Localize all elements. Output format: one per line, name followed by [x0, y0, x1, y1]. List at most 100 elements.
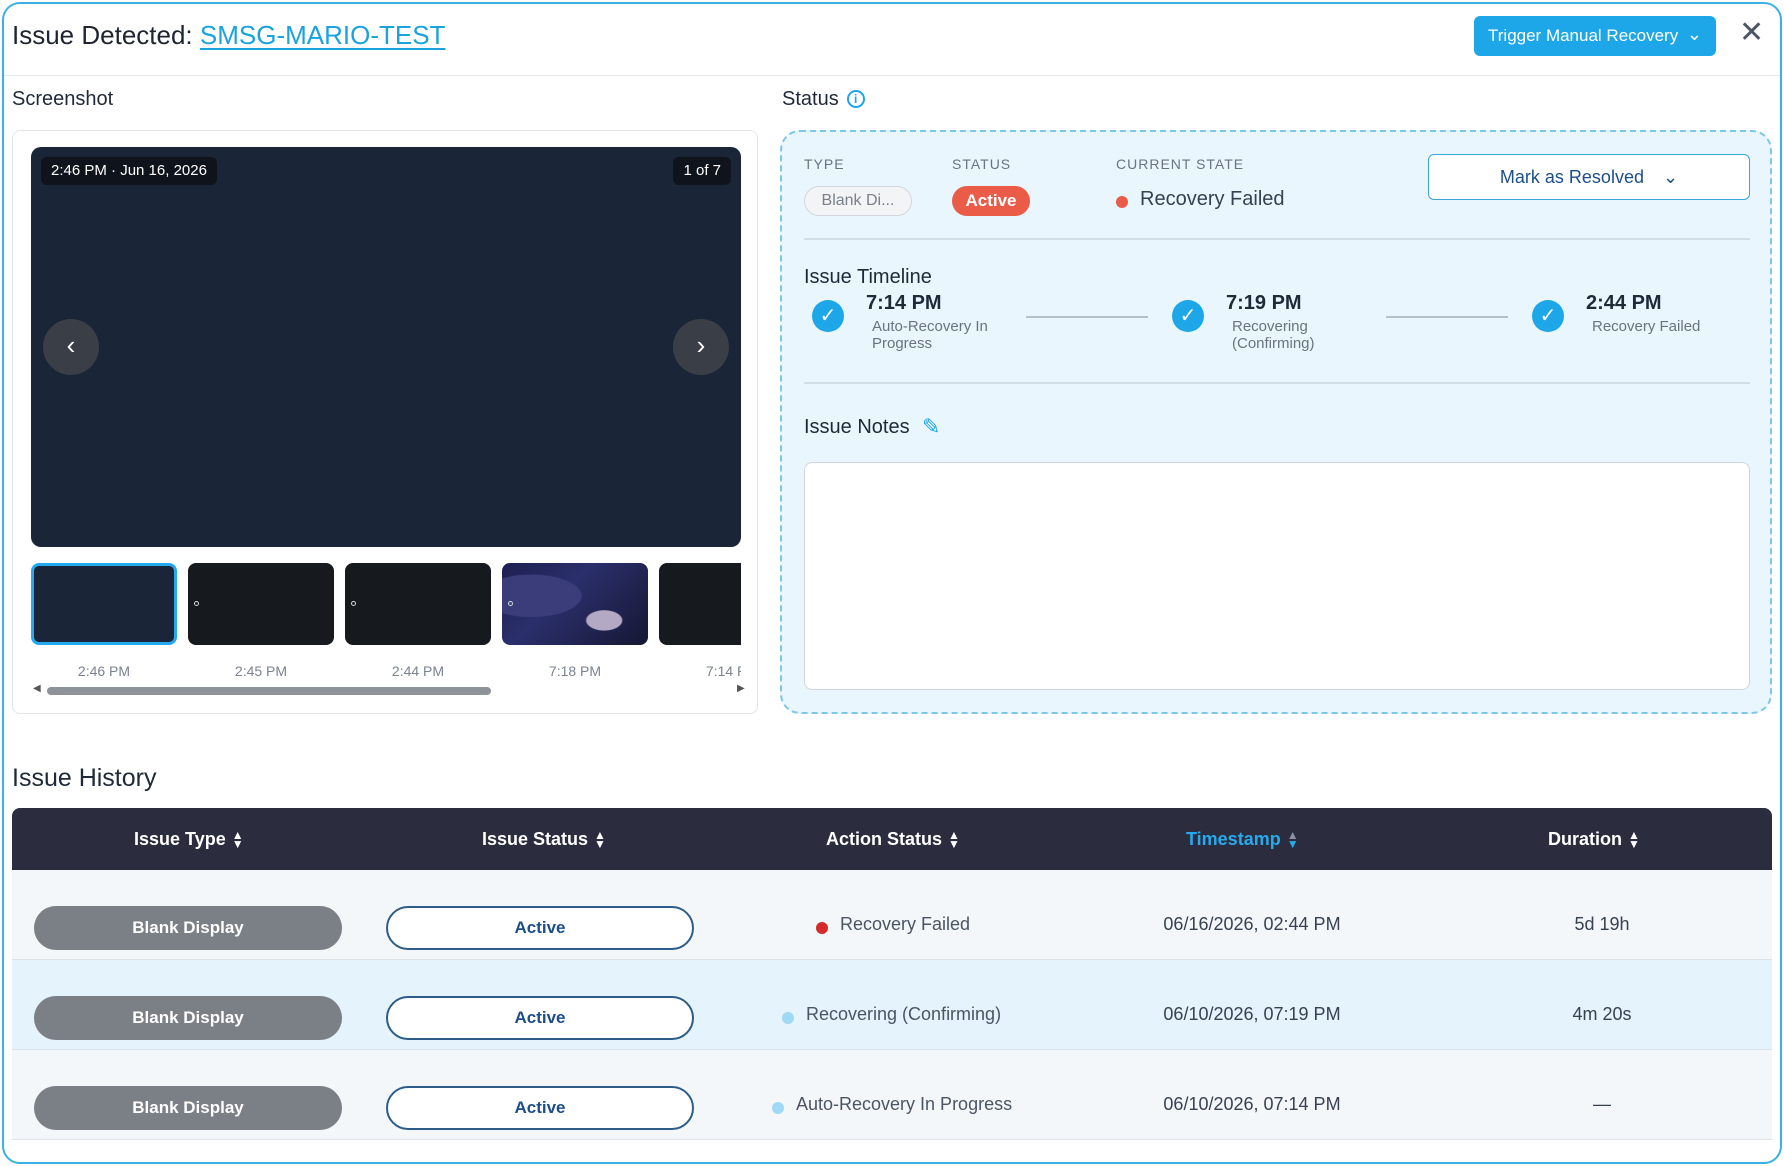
status-panel: TYPE STATUS CURRENT STATE Blank Di... Ac…: [780, 130, 1772, 714]
trigger-manual-recovery-button[interactable]: Trigger Manual Recovery ⌄: [1474, 16, 1716, 56]
screenshot-timestamp: 2:46 PM · Jun 16, 2026: [41, 157, 217, 185]
thumbnail-time: 2:46 PM: [77, 663, 131, 679]
trigger-button-label: Trigger Manual Recovery: [1488, 26, 1679, 45]
thumbnail[interactable]: [345, 563, 491, 645]
device-link[interactable]: SMSG-MARIO-TEST: [200, 20, 446, 50]
table-row[interactable]: Blank Display Active Recovering (Confirm…: [12, 960, 1772, 1050]
divider: [804, 238, 1750, 240]
column-label: Issue Status: [482, 829, 589, 849]
action-status-dot-icon: [782, 1012, 794, 1024]
status-heading: STATUS: [952, 156, 1012, 172]
thumbnail[interactable]: [31, 563, 177, 645]
screenshot-viewer: 2:46 PM · Jun 16, 2026 1 of 7 ‹ ›: [31, 147, 741, 547]
scroll-left-icon[interactable]: ◀: [33, 683, 41, 694]
timestamp-cell: 06/10/2026, 07:19 PM: [1163, 1004, 1341, 1024]
screenshot-label: Screenshot: [12, 88, 114, 110]
table-header: Issue Type ▲ ▼ Issue Status ▲ ▼ Action Statu…: [12, 808, 1772, 870]
sort-icon: ▲ ▼: [594, 828, 606, 852]
duration-cell: 4m 20s: [1572, 1004, 1632, 1024]
screenshot-counter: 1 of 7: [673, 157, 731, 185]
divider: [804, 382, 1750, 384]
current-state-value: Recovery Failed: [1140, 188, 1285, 210]
modal-header: Issue Detected: SMSG-MARIO-TEST Trigger …: [4, 4, 1780, 76]
mark-as-resolved-button[interactable]: Mark as Resolved ⌄: [1428, 154, 1750, 200]
action-status: Recovering (Confirming): [806, 1004, 1002, 1024]
issue-status-badge[interactable]: Active: [386, 906, 694, 950]
issue-status-badge[interactable]: Active: [386, 1086, 694, 1130]
timeline-time: 7:14 PM: [866, 292, 942, 314]
chevron-down-icon: ⌄: [1686, 24, 1702, 44]
timestamp-cell: 06/16/2026, 02:44 PM: [1163, 914, 1341, 934]
issue-type-badge: Blank Display: [34, 906, 342, 950]
scrollbar-thumb[interactable]: [47, 687, 491, 695]
thumbnail-time: 7:18 PM: [548, 663, 602, 679]
thumbnail-time: 2:45 PM: [234, 663, 288, 679]
issue-type-badge: Blank Display: [34, 1086, 342, 1130]
column-label: Issue Type: [134, 829, 226, 849]
timestamp-cell: 06/10/2026, 07:14 PM: [1163, 1094, 1341, 1114]
thumbnail[interactable]: [502, 563, 648, 645]
action-status: Auto-Recovery In Progress: [796, 1094, 1013, 1114]
info-icon[interactable]: i: [846, 90, 865, 108]
timeline-time: 2:44 PM: [1586, 292, 1662, 314]
page-title: Issue Detected: SMSG-MARIO-TEST: [12, 20, 445, 51]
thumbnail[interactable]: [188, 563, 334, 645]
close-icon[interactable]: ✕: [1739, 18, 1764, 48]
next-arrow-icon[interactable]: ›: [673, 319, 729, 375]
timeline-desc: Recovery Failed: [1592, 318, 1701, 335]
issue-status-badge[interactable]: Active: [386, 996, 694, 1040]
check-icon: ✓: [1172, 300, 1204, 332]
thumbnail-scrollbar[interactable]: ◀ ▶: [33, 683, 745, 697]
thumbnail-strip[interactable]: [31, 563, 741, 649]
issue-type-badge: Blank Display: [34, 996, 342, 1040]
screenshot-panel: 2:46 PM · Jun 16, 2026 1 of 7 ‹ › 2:46 P…: [12, 130, 758, 714]
column-label: Action Status: [826, 829, 943, 849]
issue-notes-title: Issue Notes: [804, 416, 910, 438]
thumbnail-time: 7:14 PM: [705, 663, 741, 679]
pencil-icon[interactable]: ✎: [922, 414, 940, 440]
sort-icon: ▲ ▼: [1286, 828, 1299, 852]
thumbnail-times: 2:46 PM 2:45 PM 2:44 PM 7:18 PM 7:14 PM: [31, 663, 741, 683]
action-status-dot-icon: [772, 1102, 784, 1114]
duration-cell: 5d 19h: [1574, 914, 1630, 934]
status-badge: Active: [952, 186, 1030, 216]
table-row[interactable]: Blank Display Active Auto-Recovery In Pr…: [12, 1050, 1772, 1140]
issue-history-title: Issue History: [12, 764, 157, 792]
thumbnail-time: 2:44 PM: [391, 663, 445, 679]
scroll-right-icon[interactable]: ▶: [737, 683, 745, 694]
type-heading: TYPE: [804, 156, 845, 172]
timeline-desc: Auto-Recovery In Progress: [872, 318, 988, 352]
resolve-button-label: Mark as Resolved: [1499, 167, 1644, 187]
state-dot-icon: [1116, 196, 1128, 208]
title-prefix: Issue Detected:: [12, 20, 193, 50]
sort-icon: ▲ ▼: [231, 828, 244, 852]
check-icon: ✓: [1532, 300, 1564, 332]
chevron-down-icon: ⌄: [1662, 167, 1679, 187]
status-label: Status i: [782, 88, 865, 111]
status-label-text: Status: [782, 88, 839, 110]
sort-icon: ▲ ▼: [948, 828, 960, 852]
timeline-connector: [1026, 316, 1148, 318]
check-icon: ✓: [812, 300, 844, 332]
timeline-desc: Recovering (Confirming): [1232, 318, 1315, 352]
issue-modal: Issue Detected: SMSG-MARIO-TEST Trigger …: [2, 2, 1782, 1164]
type-chip: Blank Di...: [804, 186, 912, 216]
column-header-timestamp[interactable]: Timestamp ▲ ▼: [1186, 808, 1299, 870]
timeline-connector: [1386, 316, 1508, 318]
timeline-time: 7:19 PM: [1226, 292, 1302, 314]
thumbnail[interactable]: [659, 563, 741, 645]
column-header-action-status[interactable]: Action Status ▲ ▼: [826, 808, 960, 870]
table-row[interactable]: Blank Display Active Recovery Failed 06/…: [12, 870, 1772, 960]
sort-icon: ▲ ▼: [1628, 828, 1640, 852]
column-header-issue-type[interactable]: Issue Type ▲ ▼: [134, 808, 244, 870]
column-header-duration[interactable]: Duration ▲ ▼: [1548, 808, 1640, 870]
issue-timeline-title: Issue Timeline: [804, 266, 932, 288]
duration-cell: —: [1593, 1094, 1611, 1114]
issue-notes-field[interactable]: [804, 462, 1750, 690]
action-status: Recovery Failed: [840, 914, 971, 934]
column-label: Timestamp: [1186, 829, 1281, 849]
column-label: Duration: [1548, 829, 1622, 849]
current-state-heading: CURRENT STATE: [1116, 156, 1245, 172]
column-header-issue-status[interactable]: Issue Status ▲ ▼: [482, 808, 606, 870]
prev-arrow-icon[interactable]: ‹: [43, 319, 99, 375]
